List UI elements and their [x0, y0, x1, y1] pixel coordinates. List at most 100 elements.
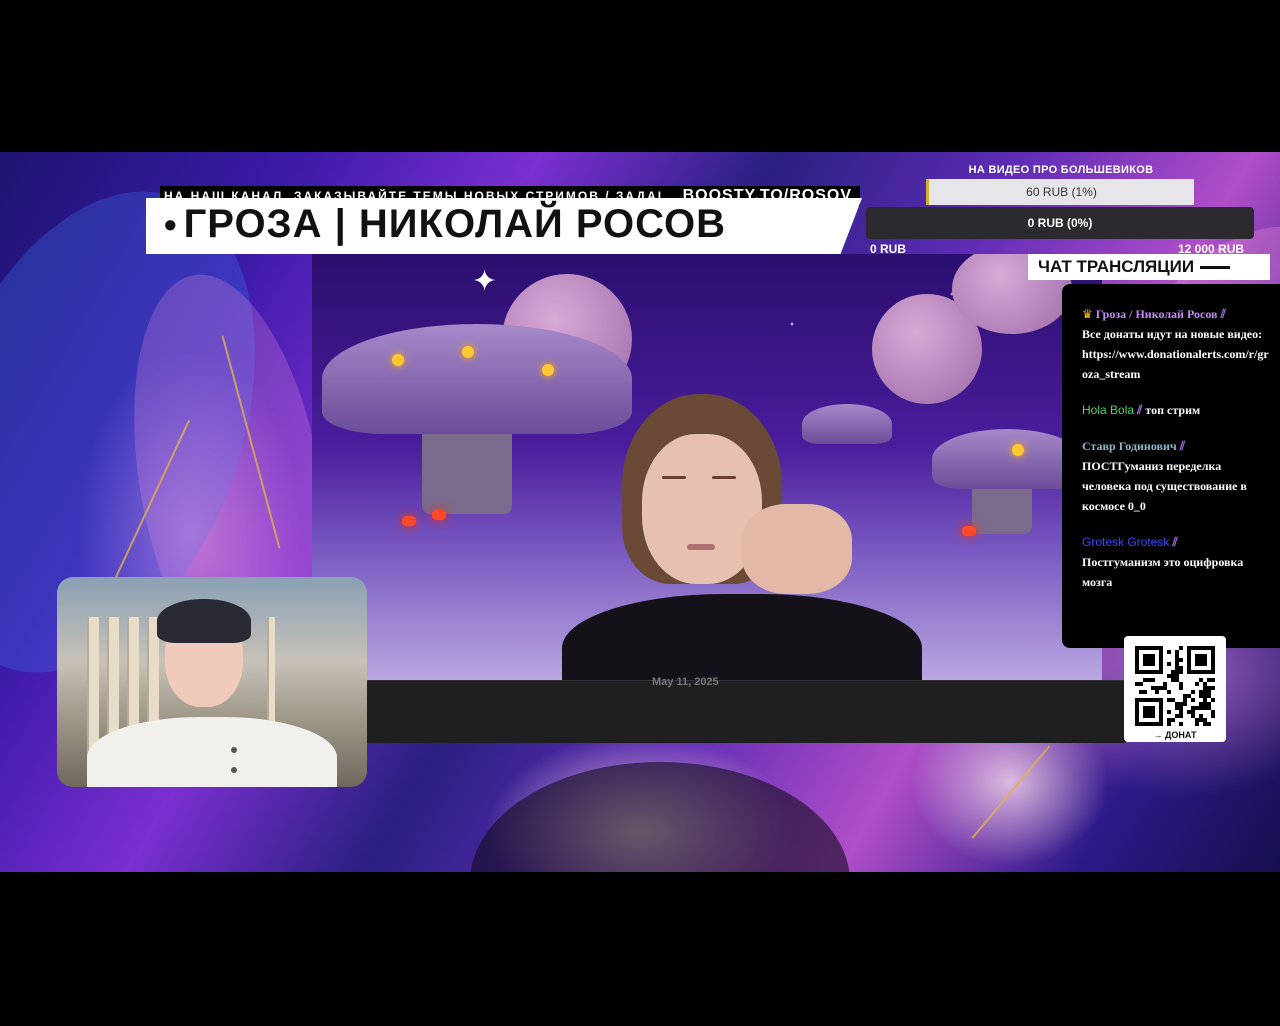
qr-module [1175, 702, 1179, 706]
chat-message: ♛ Гроза / Николай Росов ⫽ Все донаты иду… [1082, 304, 1272, 384]
ember-light [962, 526, 976, 536]
goal-progress-label: 60 RUB (1%) [1026, 185, 1097, 199]
donate-qr[interactable]: → ДОНАТ [1124, 636, 1226, 742]
qr-module [1175, 650, 1179, 654]
qr-module [1171, 674, 1175, 678]
qr-module [1155, 690, 1159, 694]
ember-light [432, 510, 446, 520]
qr-module [1207, 690, 1211, 694]
chat-author: Grotesk Grotesk [1082, 535, 1170, 549]
guest-shirt [562, 594, 922, 680]
chat-message: Hola Bola ⫽ топ стрим [1082, 400, 1272, 420]
qr-module [1191, 714, 1195, 718]
qr-module [1179, 710, 1183, 714]
title-text: ГРОЗА | НИКОЛАЙ РОСОВ [183, 202, 727, 246]
qr-module [1199, 714, 1203, 718]
goal-title: НА ВИДЕО ПРО БОЛЬШЕВИКОВ [968, 164, 1154, 176]
qr-module [1171, 670, 1175, 674]
slash-badge-icon: ⫽ [1179, 439, 1186, 453]
ember-light [402, 516, 416, 526]
chat-author: Hola Bola [1082, 403, 1135, 417]
qr-module [1195, 722, 1199, 726]
qr-module [1139, 690, 1143, 694]
qr-module [1187, 710, 1191, 714]
qr-module [1191, 698, 1195, 702]
qr-module [1195, 718, 1199, 722]
qr-module [1199, 694, 1203, 698]
host-hair [157, 599, 251, 643]
qr-module [1203, 694, 1207, 698]
shirt-button [231, 767, 237, 773]
qr-module [1207, 678, 1211, 682]
stream-overlay: НА НАШ КАНАЛ, ЗАКАЗЫВАЙТЕ ТЕМЫ НОВЫХ СТР… [0, 152, 1280, 872]
qr-module [1179, 714, 1183, 718]
qr-module [1147, 678, 1151, 682]
qr-module [1175, 678, 1179, 682]
qr-module [1191, 706, 1195, 710]
chat-text: Постгуманизм это оцифровка мозга [1082, 555, 1244, 589]
qr-module [1179, 686, 1183, 690]
qr-module [1199, 678, 1203, 682]
qr-module [1175, 714, 1179, 718]
chat-text: Все донаты идут на новые видео: [1082, 327, 1263, 341]
video-bottom-strip [366, 680, 1126, 743]
qr-module [1143, 678, 1147, 682]
qr-module [1159, 686, 1163, 690]
host-webcam [57, 577, 367, 787]
qr-finder [1195, 654, 1207, 666]
qr-module [1179, 682, 1183, 686]
qr-module [1191, 690, 1195, 694]
goal-secondary-bar: 0 RUB (0%) [866, 207, 1254, 239]
chat-header-line [1200, 266, 1231, 270]
mushroom-cap [932, 429, 1082, 489]
qr-finder [1143, 654, 1155, 666]
qr-module [1207, 686, 1211, 690]
qr-module [1203, 706, 1207, 710]
slash-badge-icon: ⫽ [1137, 403, 1143, 417]
chat-panel: ♛ Гроза / Николай Росов ⫽ Все донаты иду… [1062, 284, 1280, 648]
qr-module [1179, 670, 1183, 674]
shirt-button [231, 747, 237, 753]
qr-module [1167, 650, 1171, 654]
qr-module [1183, 702, 1187, 706]
qr-module [1203, 686, 1207, 690]
chat-message: Ставр Годинович ⫽ ПОСТГуманиз переделка … [1082, 436, 1272, 516]
qr-module [1199, 706, 1203, 710]
chat-message: Grotesk Grotesk ⫽ Постгуманизм это оцифр… [1082, 532, 1272, 592]
qr-module [1183, 694, 1187, 698]
mushroom-light [392, 354, 404, 366]
qr-module [1207, 722, 1211, 726]
stream-title: • ГРОЗА | НИКОЛАЙ РОСОВ [164, 202, 726, 247]
qr-module [1199, 690, 1203, 694]
qr-label: → ДОНАТ [1153, 730, 1197, 740]
title-bullet: • [164, 204, 178, 245]
guest-eye [662, 476, 686, 479]
qr-module [1211, 698, 1215, 702]
qr-module [1195, 682, 1199, 686]
qr-module [1207, 706, 1211, 710]
qr-module [1143, 690, 1147, 694]
qr-module [1203, 702, 1207, 706]
qr-module [1203, 698, 1207, 702]
mushroom-light [1012, 444, 1024, 456]
chat-text: топ стрим [1145, 403, 1201, 417]
qr-module [1175, 706, 1179, 710]
qr-module [1163, 682, 1167, 686]
qr-module [1175, 670, 1179, 674]
title-banner: • ГРОЗА | НИКОЛАЙ РОСОВ [146, 198, 862, 254]
qr-module [1167, 690, 1171, 694]
qr-module [1155, 686, 1159, 690]
slash-badge-icon: ⫽ [1220, 307, 1226, 321]
qr-module [1175, 658, 1179, 662]
qr-module [1179, 646, 1183, 650]
qr-module [1175, 654, 1179, 658]
qr-module [1175, 666, 1179, 670]
guest-mouth [687, 544, 715, 550]
qr-module [1179, 722, 1183, 726]
mushroom-light [462, 346, 474, 358]
qr-module [1167, 718, 1171, 722]
qr-module [1171, 718, 1175, 722]
qr-module [1207, 702, 1211, 706]
qr-module [1199, 702, 1203, 706]
chat-link[interactable]: https://www.donationalerts.com/r/groza_s… [1082, 347, 1269, 381]
